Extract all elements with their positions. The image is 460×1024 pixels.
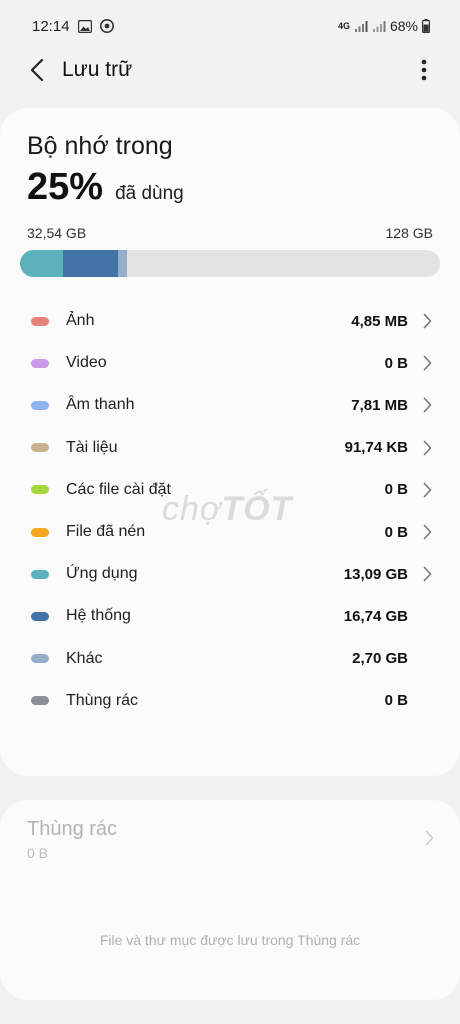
- chevron-right-icon: [416, 524, 432, 540]
- category-row: Thùng rác 0 B: [0, 680, 460, 722]
- category-color-dot: [31, 443, 49, 453]
- category-row[interactable]: Các file cài đặt 0 B: [0, 469, 460, 511]
- internal-storage-title: Bộ nhớ trong: [27, 132, 173, 160]
- category-size: 2,70 GB: [352, 650, 408, 668]
- category-label: Ứng dụng: [66, 565, 138, 583]
- category-size: 7,81 MB: [351, 396, 408, 414]
- category-size: 0 B: [384, 481, 408, 499]
- signal-icon-sim2: [372, 20, 386, 33]
- network-type: 4G: [337, 20, 350, 31]
- usage-bar-segment: [62, 250, 118, 277]
- page-title: Lưu trữ: [62, 58, 133, 81]
- category-color-dot: [31, 527, 49, 537]
- internal-storage-card: Bộ nhớ trong 25% đã dùng 32,54 GB 128 GB…: [0, 108, 460, 776]
- chevron-right-icon: [416, 566, 432, 582]
- battery-percent: 68%: [389, 18, 418, 34]
- app-bar: Lưu trữ: [0, 44, 460, 96]
- chevron-right-icon: [416, 397, 432, 413]
- trash-description: File và thư mục được lưu trong Thùng rác: [99, 932, 361, 948]
- chevron-right-icon: [425, 830, 434, 851]
- category-label: Ảnh: [66, 312, 95, 330]
- category-row[interactable]: File đã nén 0 B: [0, 511, 460, 553]
- category-row[interactable]: Ảnh 4,85 MB: [0, 300, 460, 342]
- category-color-dot: [31, 485, 49, 495]
- category-label: Tài liệu: [66, 438, 118, 456]
- usage-bar-segment: [117, 250, 127, 277]
- category-label: Các file cài đặt: [66, 480, 171, 498]
- storage-usage-bar: [20, 250, 440, 277]
- trash-title: Thùng rác: [27, 818, 118, 840]
- category-color-dot: [31, 654, 49, 664]
- back-button[interactable]: [22, 50, 52, 90]
- category-label: File đã nén: [66, 523, 146, 541]
- chevron-right-icon: [416, 482, 432, 498]
- category-list: Ảnh 4,85 MB Video 0 B Âm thanh 7,81 MB Tài liệ…: [0, 300, 460, 722]
- more-options-button[interactable]: [410, 50, 438, 90]
- category-color-dot: [31, 358, 49, 368]
- category-row: Hệ thống 16,74 GB: [0, 595, 460, 637]
- category-row[interactable]: Âm thanh 7,81 MB: [0, 384, 460, 426]
- chevron-right-icon: [416, 355, 432, 371]
- category-size: 0 B: [384, 354, 408, 372]
- category-size: 13,09 GB: [343, 565, 408, 583]
- signal-icon: [354, 20, 368, 33]
- chevron-right-icon: [416, 313, 432, 329]
- status-time: 12:14: [32, 17, 70, 35]
- more-vert-icon: [421, 59, 427, 81]
- category-color-dot: [31, 316, 49, 326]
- category-row[interactable]: Tài liệu 91,74 KB: [0, 427, 460, 469]
- usage-percent: 25%: [27, 166, 104, 208]
- category-label: Hệ thống: [66, 607, 131, 625]
- used-amount: 32,54 GB: [27, 225, 87, 241]
- usage-summary: 25% đã dùng: [27, 166, 184, 209]
- total-amount: 128 GB: [385, 225, 433, 241]
- back-arrow-icon: [30, 58, 44, 82]
- chrome-notification-icon: [99, 19, 114, 33]
- category-row[interactable]: Ứng dụng 13,09 GB: [0, 553, 460, 595]
- category-color-dot: [31, 569, 49, 579]
- trash-card[interactable]: Thùng rác 0 B File và thư mục được lưu t…: [0, 800, 460, 1000]
- usage-label: đã dùng: [115, 183, 184, 204]
- category-size: 16,74 GB: [343, 607, 408, 625]
- battery-icon: [422, 19, 430, 33]
- category-label: Khác: [66, 649, 103, 667]
- category-size: 91,74 KB: [344, 439, 408, 457]
- category-size: 4,85 MB: [351, 312, 408, 330]
- category-label: Âm thanh: [66, 396, 135, 414]
- trash-size: 0 B: [27, 845, 49, 861]
- category-size: 0 B: [384, 523, 408, 541]
- category-label: Video: [66, 354, 107, 372]
- category-color-dot: [31, 400, 49, 410]
- category-color-dot: [31, 696, 49, 706]
- chevron-right-icon: [416, 440, 432, 456]
- gallery-notification-icon: [77, 19, 92, 33]
- category-size: 0 B: [384, 692, 408, 710]
- category-row: Khác 2,70 GB: [0, 638, 460, 680]
- category-label: Thùng rác: [66, 691, 139, 709]
- category-color-dot: [31, 611, 49, 621]
- usage-bar-segment: [20, 250, 63, 277]
- category-row[interactable]: Video 0 B: [0, 342, 460, 384]
